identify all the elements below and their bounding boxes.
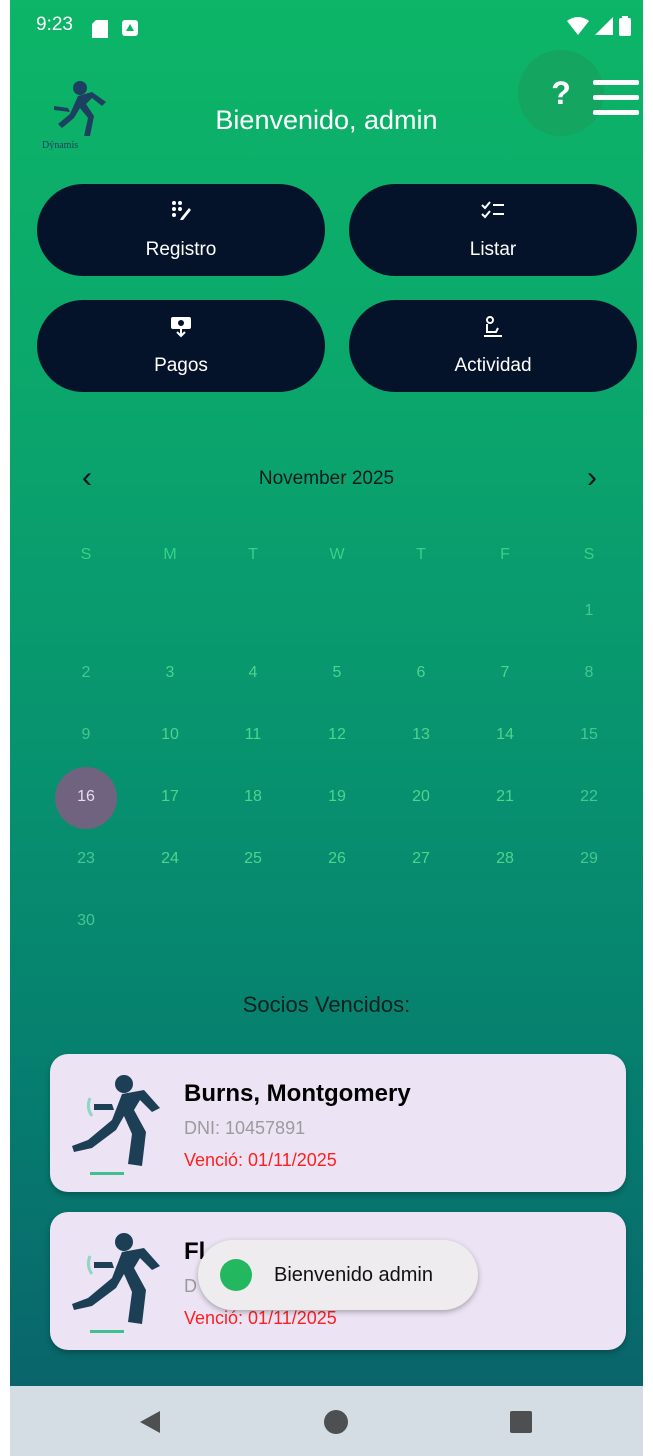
calendar-month-label: November 2025 [258,468,395,489]
wifi-icon [567,17,589,35]
signal-icon [595,17,613,35]
member-expiry: Venció: 01/11/2025 [184,1308,337,1328]
runner-avatar-icon [72,1075,160,1175]
member-expiry: Venció: 01/11/2025 [184,1150,337,1170]
help-button[interactable]: ? [518,50,604,136]
hamburger-menu-icon[interactable] [593,80,639,116]
status-bar: 9:23 [10,8,643,48]
weekday-label: S [583,546,595,563]
calendar-day[interactable]: 5 [305,664,369,682]
calendar-day[interactable]: 30 [54,912,118,930]
checklist-icon [481,201,504,219]
calendar-day[interactable]: 2 [54,664,118,682]
welcome-toast: Bienvenido admin [198,1240,478,1310]
calendar-day[interactable]: 4 [221,664,285,682]
calendar-day[interactable]: 8 [557,664,621,682]
member-dni: DNI: 10457891 [184,1118,306,1138]
register-icon [172,201,191,220]
app-runner-icon [220,1259,252,1291]
member-name: Burns, Montgomery [184,1080,411,1107]
listar-button[interactable]: Listar [349,184,637,276]
notification-icon [122,20,138,36]
pagos-button[interactable]: Pagos [37,300,325,392]
back-icon[interactable] [138,1410,162,1434]
app-header: Dýnamis Bienvenido, admin ? [10,50,643,170]
registro-label: Registro [145,239,217,260]
member-card[interactable]: Burns, Montgomery DNI: 10457891 Venció: … [50,1054,626,1192]
calendar-day[interactable]: 24 [138,850,202,868]
calendar-day[interactable]: 13 [389,726,453,744]
calendar-day[interactable]: 26 [305,850,369,868]
weekday-label: S [80,546,92,563]
recents-icon[interactable] [510,1411,532,1433]
weekday-label: F [500,546,510,563]
weekday-label: T [416,546,426,563]
calendar-day[interactable]: 23 [54,850,118,868]
status-time: 9:23 [36,14,73,35]
next-month-button[interactable]: › [572,460,612,500]
calendar-day[interactable]: 27 [389,850,453,868]
activity-icon [484,316,502,337]
calendar-day[interactable]: 1 [557,602,621,620]
svg-text:Dýnamis: Dýnamis [42,140,78,150]
listar-label: Listar [469,239,517,260]
calendar-day[interactable]: 21 [473,788,537,806]
registro-button[interactable]: Registro [37,184,325,276]
status-icons [567,16,631,36]
help-label: ? [551,74,571,111]
calendar-day[interactable]: 6 [389,664,453,682]
battery-icon [619,16,631,36]
calendar-day[interactable]: 10 [138,726,202,744]
calendar-day[interactable]: 7 [473,664,537,682]
calendar-day[interactable]: 9 [54,726,118,744]
calendar-day[interactable]: 3 [138,664,202,682]
calendar-day[interactable]: 14 [473,726,537,744]
calendar-day[interactable]: 15 [557,726,621,744]
weekday-label: W [329,546,345,563]
member-dni: D [184,1276,197,1296]
calendar-day[interactable]: 17 [138,788,202,806]
payment-icon [171,317,191,338]
calendar-day[interactable]: 29 [557,850,621,868]
actividad-label: Actividad [454,355,532,376]
calendar-day[interactable]: 28 [473,850,537,868]
toast-text: Bienvenido admin [274,1264,433,1286]
calendar-day[interactable]: 25 [221,850,285,868]
calendar-day[interactable]: 20 [389,788,453,806]
weekday-label: T [248,546,258,563]
runner-avatar-icon [72,1233,160,1333]
weekday-label: M [163,546,177,563]
calendar-day[interactable]: 22 [557,788,621,806]
sim-card-icon [92,20,108,38]
app-screen: 9:23 Dýnamis Bienvenido, admin ? Registr… [10,0,643,1456]
pagos-label: Pagos [154,355,208,376]
system-nav-bar [10,1386,643,1456]
calendar-day[interactable]: 19 [305,788,369,806]
actividad-button[interactable]: Actividad [349,300,637,392]
home-icon[interactable] [324,1410,348,1434]
calendar-day[interactable]: 11 [221,726,285,744]
expired-members-title: Socios Vencidos: [242,992,411,1017]
calendar-day[interactable]: 18 [221,788,285,806]
calendar-day[interactable]: 12 [305,726,369,744]
calendar-day-selected[interactable]: 16 [54,788,118,806]
